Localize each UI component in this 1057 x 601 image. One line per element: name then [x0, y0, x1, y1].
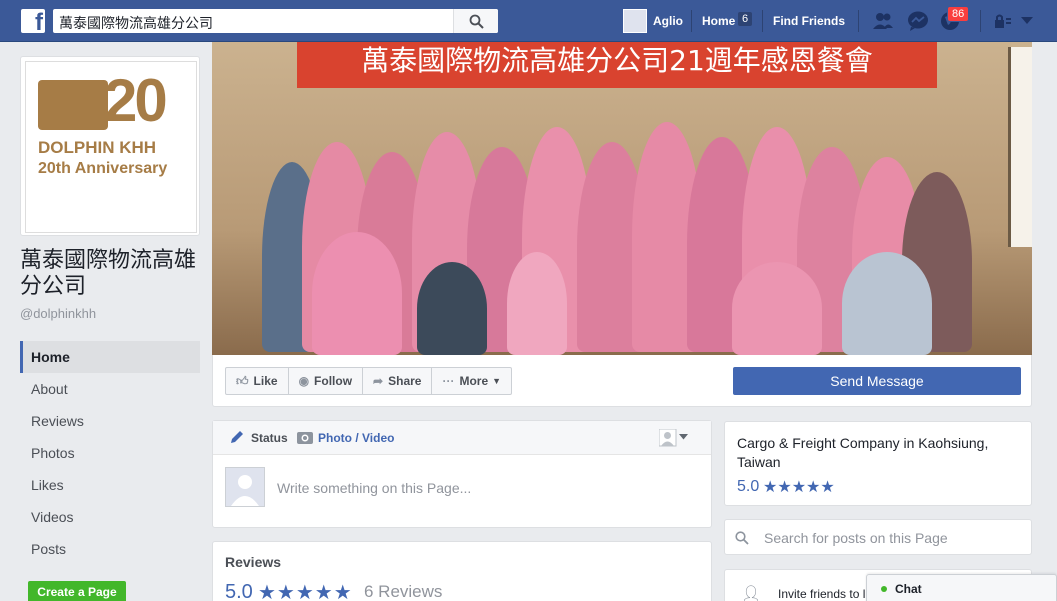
dolphin-logo: 20 DOLPHIN KHH 20th Anniversary: [25, 61, 197, 233]
messages-icon[interactable]: [907, 11, 929, 31]
more-dots-icon: ···: [442, 374, 455, 388]
post-search-input[interactable]: Search for posts on this Page: [764, 530, 948, 546]
action-button-group: 👍︎ Like ◉ Follow ➦ Share ··· More ▼: [225, 367, 513, 395]
star-rating-icon: ★★★★★: [258, 580, 353, 601]
find-friends-link[interactable]: Find Friends: [773, 14, 845, 28]
notifications-badge: 86: [947, 6, 970, 22]
tree-logo-icon: [38, 80, 108, 130]
chevron-down-icon: ▼: [492, 376, 502, 386]
online-status-icon: [881, 586, 887, 592]
more-button[interactable]: ··· More ▼: [431, 367, 513, 395]
reviews-heading[interactable]: Reviews: [225, 554, 281, 570]
top-navigation-bar: f 萬泰國際物流高雄分公司 Aglio Home 6 Find Friends …: [0, 0, 1057, 42]
follow-button[interactable]: ◉ Follow: [287, 367, 364, 395]
nav-item-reviews[interactable]: Reviews: [20, 405, 200, 437]
pencil-icon: [231, 431, 243, 443]
page-title[interactable]: 萬泰國際物流高雄分公司: [20, 248, 200, 300]
background-board: [1008, 47, 1032, 247]
account-menu-chevron-down-icon[interactable]: [1021, 17, 1033, 25]
facebook-logo-icon[interactable]: f: [21, 9, 45, 33]
reviews-score: 5.0: [225, 581, 253, 601]
composer-input[interactable]: Write something on this Page...: [277, 480, 471, 496]
rss-follow-icon: ◉: [298, 374, 310, 388]
logo-text-line2: 20th Anniversary: [38, 160, 168, 177]
page-post-search[interactable]: Search for posts on this Page: [724, 519, 1032, 555]
group-photo-people: [252, 122, 972, 355]
composer-tabs: Status Photo / Video: [213, 421, 711, 455]
add-friend-icon: 👤︎: [741, 586, 762, 601]
page-navigation: Home About Reviews Photos Likes Videos P…: [20, 341, 200, 565]
search-button[interactable]: [453, 9, 498, 33]
chevron-down-icon[interactable]: [679, 434, 688, 440]
like-button[interactable]: 👍︎ Like: [225, 367, 289, 395]
camera-icon: [297, 432, 313, 444]
divider: [691, 10, 692, 32]
about-card: Cargo & Freight Company in Kaohsiung, Ta…: [724, 421, 1032, 506]
page-category[interactable]: Cargo & Freight Company in Kaohsiung, Ta…: [737, 434, 1007, 472]
cover-photo[interactable]: 萬泰國際物流高雄分公司21週年感恩餐會: [212, 42, 1032, 355]
nav-item-about[interactable]: About: [20, 373, 200, 405]
post-composer: Status Photo / Video Write something on …: [212, 420, 712, 528]
tab-status[interactable]: Status: [251, 431, 288, 445]
send-message-button[interactable]: Send Message: [733, 367, 1021, 395]
user-name-link[interactable]: Aglio: [653, 14, 683, 28]
about-rating-score: 5.0: [737, 478, 760, 495]
composer-avatar: [225, 467, 265, 507]
default-user-icon: [231, 475, 259, 506]
logo-text-line1: DOLPHIN KHH: [38, 138, 157, 157]
like-label: Like: [253, 374, 278, 388]
divider: [980, 10, 981, 32]
friend-requests-icon[interactable]: [872, 11, 894, 31]
privacy-lock-icon[interactable]: [994, 14, 1012, 28]
page-username[interactable]: @dolphinkhh: [20, 306, 200, 321]
more-label: More: [459, 374, 489, 388]
share-arrow-icon: ➦: [373, 374, 384, 388]
page-action-bar: 👍︎ Like ◉ Follow ➦ Share ··· More ▼ Send…: [212, 355, 1032, 407]
search-bar[interactable]: 萬泰國際物流高雄分公司: [53, 9, 498, 33]
tab-photo-video[interactable]: Photo / Video: [318, 431, 394, 445]
search-icon: [735, 531, 749, 545]
star-rating-icon: ★★★★★: [763, 477, 835, 496]
divider: [762, 10, 763, 32]
nav-item-likes[interactable]: Likes: [20, 469, 200, 501]
thumbs-up-icon: 👍︎: [236, 373, 249, 388]
chat-label: Chat: [895, 582, 922, 596]
nav-item-photos[interactable]: Photos: [20, 437, 200, 469]
page-profile-picture[interactable]: 20 DOLPHIN KHH 20th Anniversary: [20, 56, 200, 236]
cover-banner-text: 萬泰國際物流高雄分公司21週年感恩餐會: [297, 42, 937, 88]
share-button[interactable]: ➦ Share: [362, 367, 433, 395]
user-avatar[interactable]: [623, 9, 647, 33]
search-input[interactable]: 萬泰國際物流高雄分公司: [59, 13, 213, 33]
left-sidebar: 20 DOLPHIN KHH 20th Anniversary 萬泰國際物流高雄…: [20, 56, 200, 565]
home-count-badge: 6: [738, 12, 753, 26]
chat-bar[interactable]: Chat: [866, 574, 1057, 601]
divider: [858, 10, 859, 32]
follow-label: Follow: [314, 374, 353, 388]
reviews-count-link[interactable]: 6 Reviews: [364, 582, 442, 601]
share-label: Share: [388, 374, 422, 388]
logo-number: 20: [104, 67, 168, 134]
create-page-button[interactable]: Create a Page: [28, 581, 126, 601]
search-icon: [469, 14, 484, 29]
reviews-card: Reviews 5.0 ★★★★★ 6 Reviews: [212, 541, 712, 601]
invite-friends-link[interactable]: Invite friends to l: [778, 587, 868, 601]
nav-item-posts[interactable]: Posts: [20, 533, 200, 565]
nav-item-home[interactable]: Home: [20, 341, 200, 373]
nav-item-videos[interactable]: Videos: [20, 501, 200, 533]
home-link[interactable]: Home: [702, 14, 735, 28]
post-as-avatar-icon[interactable]: [659, 429, 677, 447]
